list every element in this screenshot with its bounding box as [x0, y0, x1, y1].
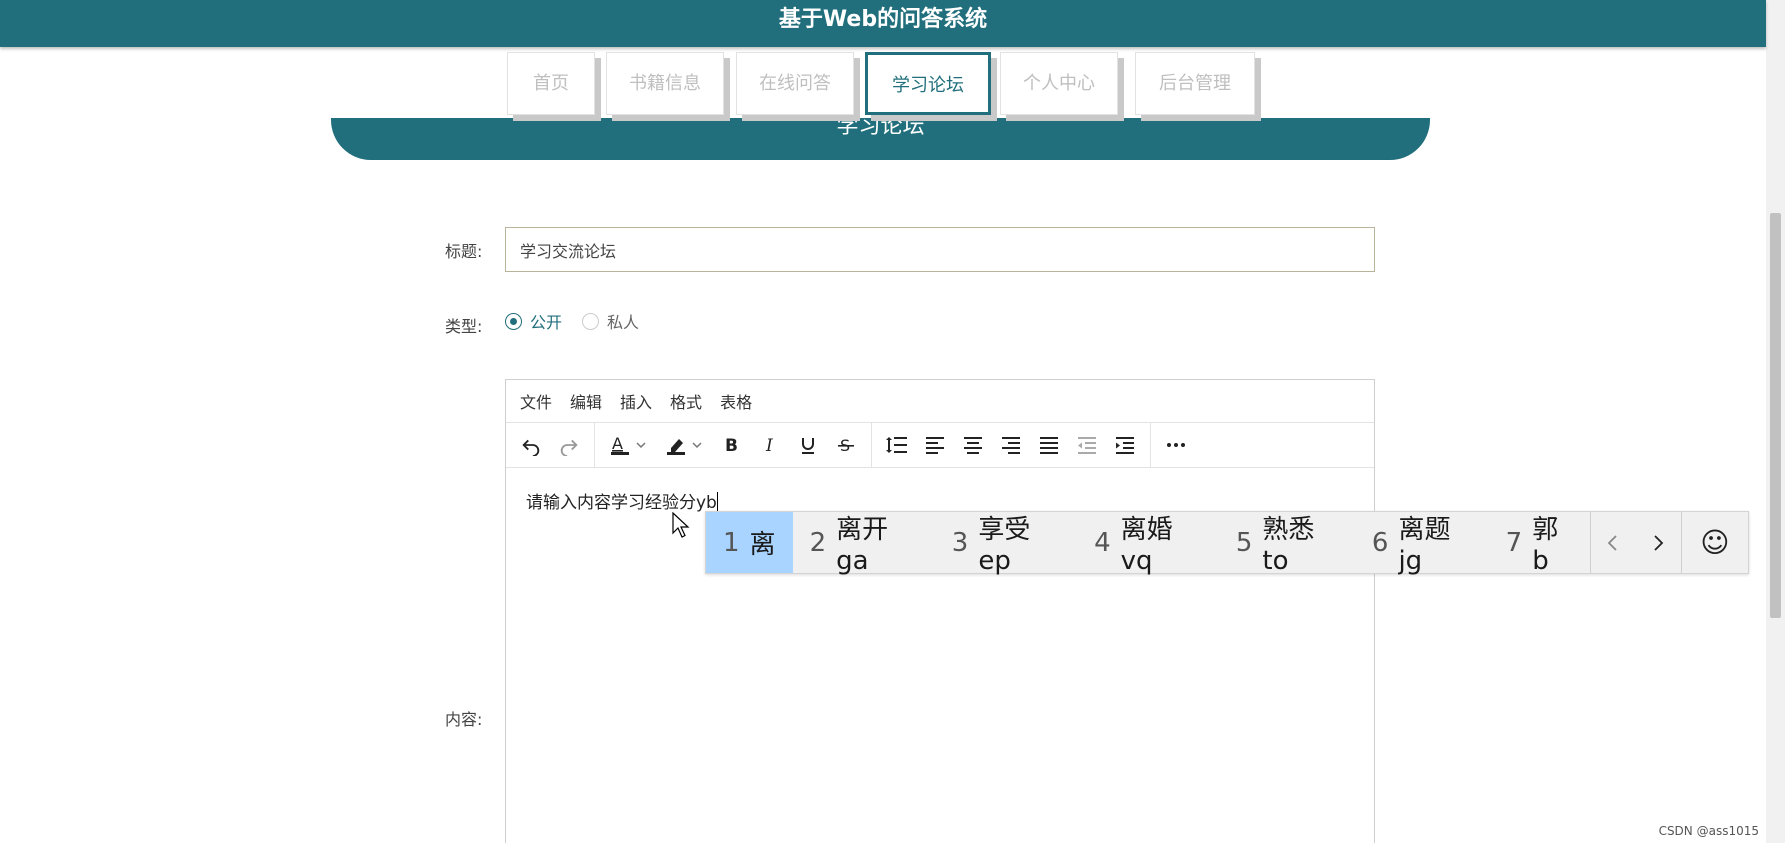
- ime-candidate[interactable]: 5 熟悉to: [1219, 512, 1355, 576]
- nav-profile[interactable]: 个人中心: [1000, 52, 1118, 115]
- redo-icon[interactable]: [550, 428, 588, 462]
- candidate-number: 1: [723, 527, 740, 558]
- align-left-icon[interactable]: [916, 428, 954, 462]
- menu-edit[interactable]: 编辑: [570, 389, 602, 413]
- type-radio-group: 公开 私人: [505, 310, 659, 332]
- more-icon[interactable]: [1157, 428, 1195, 462]
- radio-public-label[interactable]: 公开: [530, 309, 562, 333]
- text-caret: [716, 492, 718, 512]
- more-group: [1151, 423, 1201, 467]
- candidate-number: 3: [951, 527, 969, 558]
- radio-public[interactable]: [505, 312, 522, 330]
- align-right-icon[interactable]: [992, 428, 1030, 462]
- bold-icon[interactable]: B: [713, 428, 751, 462]
- nav-forum[interactable]: 学习论坛: [865, 52, 991, 115]
- align-center-icon[interactable]: [954, 428, 992, 462]
- svg-text:I: I: [765, 436, 773, 455]
- strikethrough-icon[interactable]: S: [827, 428, 865, 462]
- candidate-number: 2: [809, 527, 827, 558]
- mouse-pointer-icon: [672, 511, 690, 542]
- outdent-icon[interactable]: [1068, 428, 1106, 462]
- editor-toolbar: A B I S: [506, 423, 1374, 468]
- content-label: 内容:: [445, 710, 483, 729]
- rich-text-editor: 文件 编辑 插入 格式 表格 A B I S 请输入内容学习经验分yb: [505, 379, 1375, 843]
- radio-private[interactable]: [582, 312, 600, 330]
- nav-books[interactable]: 书籍信息: [606, 52, 724, 115]
- ime-candidate[interactable]: 7 郭b: [1489, 512, 1590, 576]
- ime-candidate[interactable]: 4 离婚vq: [1077, 512, 1219, 576]
- candidate-number: 6: [1371, 527, 1389, 558]
- editor-content[interactable]: 请输入内容学习经验分yb: [526, 488, 718, 513]
- candidate-number: 7: [1505, 527, 1523, 558]
- align-justify-icon[interactable]: [1030, 428, 1068, 462]
- ime-candidate[interactable]: 3 享受ep: [935, 512, 1077, 576]
- page: 基于Web的问答系统 首页 书籍信息 在线问答 学习论坛 个人中心 后台管理 学…: [0, 0, 1785, 843]
- candidate-text: 离开ga: [836, 515, 889, 576]
- candidate-text: 享受ep: [978, 515, 1031, 576]
- nav-qa[interactable]: 在线问答: [736, 52, 854, 115]
- svg-text:B: B: [725, 436, 738, 455]
- undo-icon[interactable]: [512, 428, 550, 462]
- underline-icon[interactable]: [789, 428, 827, 462]
- editor-content-text: 请输入内容学习经验分yb: [526, 493, 717, 513]
- ime-next-page-icon[interactable]: [1636, 512, 1681, 573]
- ime-candidate[interactable]: 6 离题jg: [1355, 512, 1489, 576]
- line-height-icon[interactable]: [878, 428, 916, 462]
- ime-candidate-popup: 1离 2 离开ga 3 享受ep 4 离婚vq 5 熟悉to 6 离题jg 7 郭b ☺: [705, 511, 1749, 576]
- ime-emoji-icon[interactable]: ☺: [1682, 512, 1748, 573]
- title-input[interactable]: [505, 227, 1375, 272]
- candidate-text: 郭b: [1532, 515, 1559, 576]
- type-label: 类型:: [445, 317, 483, 336]
- indent-icon[interactable]: [1106, 428, 1144, 462]
- scrollbar-thumb[interactable]: [1770, 213, 1781, 618]
- history-group: [506, 423, 595, 467]
- menu-table[interactable]: 表格: [720, 389, 752, 413]
- nav-admin[interactable]: 后台管理: [1135, 52, 1255, 115]
- menu-file[interactable]: 文件: [520, 389, 552, 413]
- text-color-icon[interactable]: A: [601, 428, 657, 462]
- candidate-text: 离: [749, 530, 776, 560]
- format-group: A B I S: [595, 423, 872, 467]
- candidate-text: 熟悉to: [1262, 515, 1315, 576]
- site-title: 基于Web的问答系统: [778, 7, 988, 32]
- candidate-number: 5: [1235, 527, 1253, 558]
- menu-format[interactable]: 格式: [670, 389, 702, 413]
- italic-icon[interactable]: I: [751, 428, 789, 462]
- main-nav: 首页 书籍信息 在线问答 学习论坛 个人中心 后台管理: [0, 50, 1766, 118]
- ime-candidate[interactable]: 1离: [706, 512, 793, 573]
- radio-private-label[interactable]: 私人: [607, 309, 639, 333]
- candidate-number: 4: [1094, 527, 1111, 558]
- watermark: CSDN @ass1015: [1658, 824, 1759, 838]
- section-banner: 学习论坛: [331, 116, 1430, 160]
- ime-prev-page-icon[interactable]: [1591, 512, 1636, 573]
- candidate-text: 离题jg: [1398, 515, 1451, 576]
- title-label: 标题:: [445, 242, 483, 261]
- page-scrollbar[interactable]: [1766, 0, 1785, 843]
- ime-candidate[interactable]: 2 离开ga: [793, 512, 935, 576]
- svg-text:A: A: [612, 434, 623, 453]
- editor-menubar: 文件 编辑 插入 格式 表格: [506, 380, 1374, 423]
- paragraph-group: [872, 423, 1151, 467]
- menu-insert[interactable]: 插入: [620, 389, 652, 413]
- site-header: 基于Web的问答系统: [0, 0, 1766, 47]
- nav-home[interactable]: 首页: [507, 52, 595, 115]
- highlight-icon[interactable]: [657, 428, 713, 462]
- candidate-text: 离婚vq: [1120, 515, 1173, 576]
